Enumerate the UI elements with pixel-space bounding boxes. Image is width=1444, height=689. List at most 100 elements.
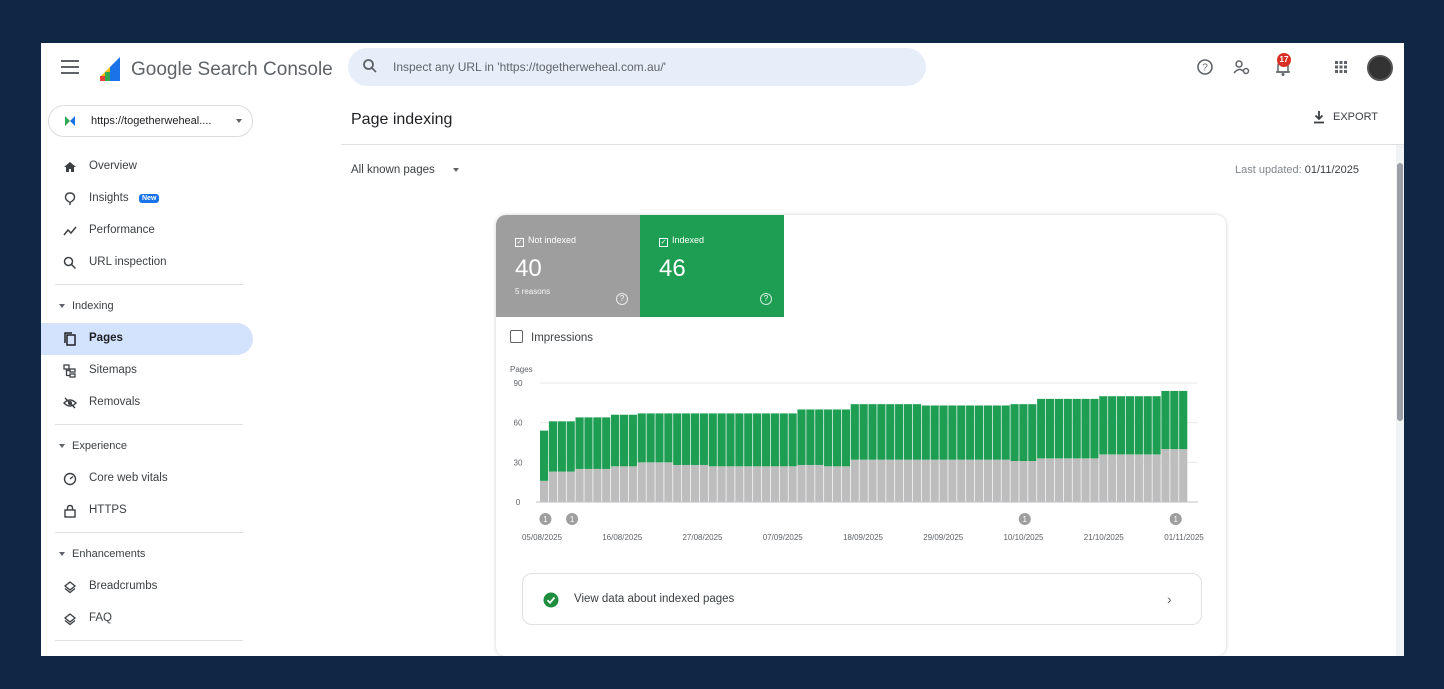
bar-indexed[interactable] [832, 409, 842, 467]
bar-indexed[interactable] [575, 417, 584, 469]
sidebar-item-https[interactable]: HTTPS [41, 495, 253, 527]
bar-indexed[interactable] [761, 413, 771, 467]
bar-not-indexed[interactable] [717, 466, 726, 502]
bar-indexed[interactable] [788, 413, 797, 467]
bar-not-indexed[interactable] [761, 466, 771, 502]
bar-not-indexed[interactable] [886, 459, 895, 502]
bar-not-indexed[interactable] [1170, 449, 1179, 502]
export-button[interactable]: EXPORT [1313, 110, 1378, 124]
bar-indexed[interactable] [841, 409, 850, 467]
bar-not-indexed[interactable] [673, 464, 682, 502]
bar-not-indexed[interactable] [1143, 454, 1152, 502]
checkbox-unchecked-icon[interactable] [510, 330, 523, 343]
bar-not-indexed[interactable] [859, 459, 868, 502]
pages-filter-dropdown[interactable]: All known pages [351, 164, 459, 176]
bar-indexed[interactable] [912, 404, 921, 460]
bar-not-indexed[interactable] [948, 459, 957, 502]
bar-not-indexed[interactable] [1054, 458, 1064, 502]
sidebar-item-insights[interactable]: Insights New [41, 183, 253, 215]
bar-indexed[interactable] [1054, 398, 1064, 459]
sidebar-item-removals[interactable]: Removals [41, 387, 253, 419]
bar-indexed[interactable] [983, 405, 993, 460]
section-toggle-experience[interactable]: Experience [59, 440, 127, 452]
bar-not-indexed[interactable] [806, 464, 815, 502]
bar-indexed[interactable] [859, 404, 868, 460]
bar-not-indexed[interactable] [868, 459, 877, 502]
bar-indexed[interactable] [619, 414, 629, 467]
bar-indexed[interactable] [664, 413, 673, 463]
bar-indexed[interactable] [868, 404, 877, 460]
bar-not-indexed[interactable] [966, 459, 975, 502]
bar-not-indexed[interactable] [1072, 458, 1081, 502]
bar-not-indexed[interactable] [895, 459, 904, 502]
bar-not-indexed[interactable] [779, 466, 788, 502]
bar-not-indexed[interactable] [664, 462, 673, 502]
bar-indexed[interactable] [1019, 404, 1028, 462]
scrollbar-thumb[interactable] [1397, 163, 1403, 421]
bar-indexed[interactable] [557, 421, 566, 472]
bar-not-indexed[interactable] [1134, 454, 1143, 502]
bar-not-indexed[interactable] [921, 459, 930, 502]
bar-indexed[interactable] [1028, 404, 1037, 462]
bar-indexed[interactable] [797, 409, 806, 465]
bar-indexed[interactable] [1170, 390, 1179, 450]
bar-indexed[interactable] [779, 413, 788, 467]
bar-indexed[interactable] [1090, 398, 1099, 459]
bar-indexed[interactable] [646, 413, 655, 463]
bar-indexed[interactable] [708, 413, 717, 467]
bar-indexed[interactable] [1001, 405, 1010, 460]
bar-indexed[interactable] [1037, 398, 1046, 459]
bar-indexed[interactable] [948, 405, 957, 460]
bar-not-indexed[interactable] [877, 459, 886, 502]
bar-indexed[interactable] [1143, 396, 1152, 455]
bar-not-indexed[interactable] [824, 466, 833, 502]
scrollbar[interactable] [1396, 145, 1404, 656]
bar-indexed[interactable] [548, 421, 558, 472]
bar-not-indexed[interactable] [540, 480, 549, 502]
bar-indexed[interactable] [673, 413, 682, 465]
bar-indexed[interactable] [921, 405, 930, 460]
bar-indexed[interactable] [735, 413, 744, 467]
bar-indexed[interactable] [637, 413, 646, 463]
bar-not-indexed[interactable] [548, 471, 558, 502]
bar-indexed[interactable] [682, 413, 691, 465]
bar-not-indexed[interactable] [602, 468, 611, 502]
not-indexed-tile[interactable]: ✓ Not indexed 40 5 reasons ? [496, 215, 640, 317]
bar-indexed[interactable] [1099, 396, 1108, 455]
bar-indexed[interactable] [930, 405, 939, 460]
bar-not-indexed[interactable] [797, 464, 806, 502]
sidebar-item-url-inspection[interactable]: URL inspection [41, 247, 253, 279]
bar-not-indexed[interactable] [788, 466, 797, 502]
bar-not-indexed[interactable] [619, 466, 629, 502]
bar-indexed[interactable] [1063, 398, 1072, 459]
bar-not-indexed[interactable] [1108, 454, 1117, 502]
bar-indexed[interactable] [1134, 396, 1143, 455]
bar-not-indexed[interactable] [646, 462, 655, 502]
bar-indexed[interactable] [1161, 390, 1170, 450]
apps-grid-icon[interactable] [1331, 57, 1351, 77]
bar-not-indexed[interactable] [699, 464, 708, 502]
bar-not-indexed[interactable] [974, 459, 984, 502]
bar-indexed[interactable] [815, 409, 824, 465]
sidebar-item-overview[interactable]: Overview [41, 151, 253, 183]
bar-not-indexed[interactable] [1037, 458, 1046, 502]
bar-not-indexed[interactable] [655, 462, 664, 502]
bar-not-indexed[interactable] [682, 464, 691, 502]
bar-indexed[interactable] [655, 413, 664, 463]
bar-not-indexed[interactable] [1152, 454, 1161, 502]
bar-indexed[interactable] [628, 414, 637, 467]
account-avatar[interactable] [1367, 55, 1393, 81]
bar-indexed[interactable] [1108, 396, 1117, 455]
bar-indexed[interactable] [593, 417, 602, 469]
sidebar-item-performance[interactable]: Performance [41, 215, 253, 247]
bar-indexed[interactable] [903, 404, 913, 460]
bar-indexed[interactable] [974, 405, 984, 460]
bar-not-indexed[interactable] [1125, 454, 1135, 502]
bar-indexed[interactable] [566, 421, 575, 472]
bar-not-indexed[interactable] [930, 459, 939, 502]
section-toggle-enhancements[interactable]: Enhancements [59, 548, 145, 560]
bar-indexed[interactable] [957, 405, 966, 460]
bar-indexed[interactable] [540, 430, 549, 481]
bar-not-indexed[interactable] [770, 466, 779, 502]
bar-indexed[interactable] [806, 409, 815, 465]
